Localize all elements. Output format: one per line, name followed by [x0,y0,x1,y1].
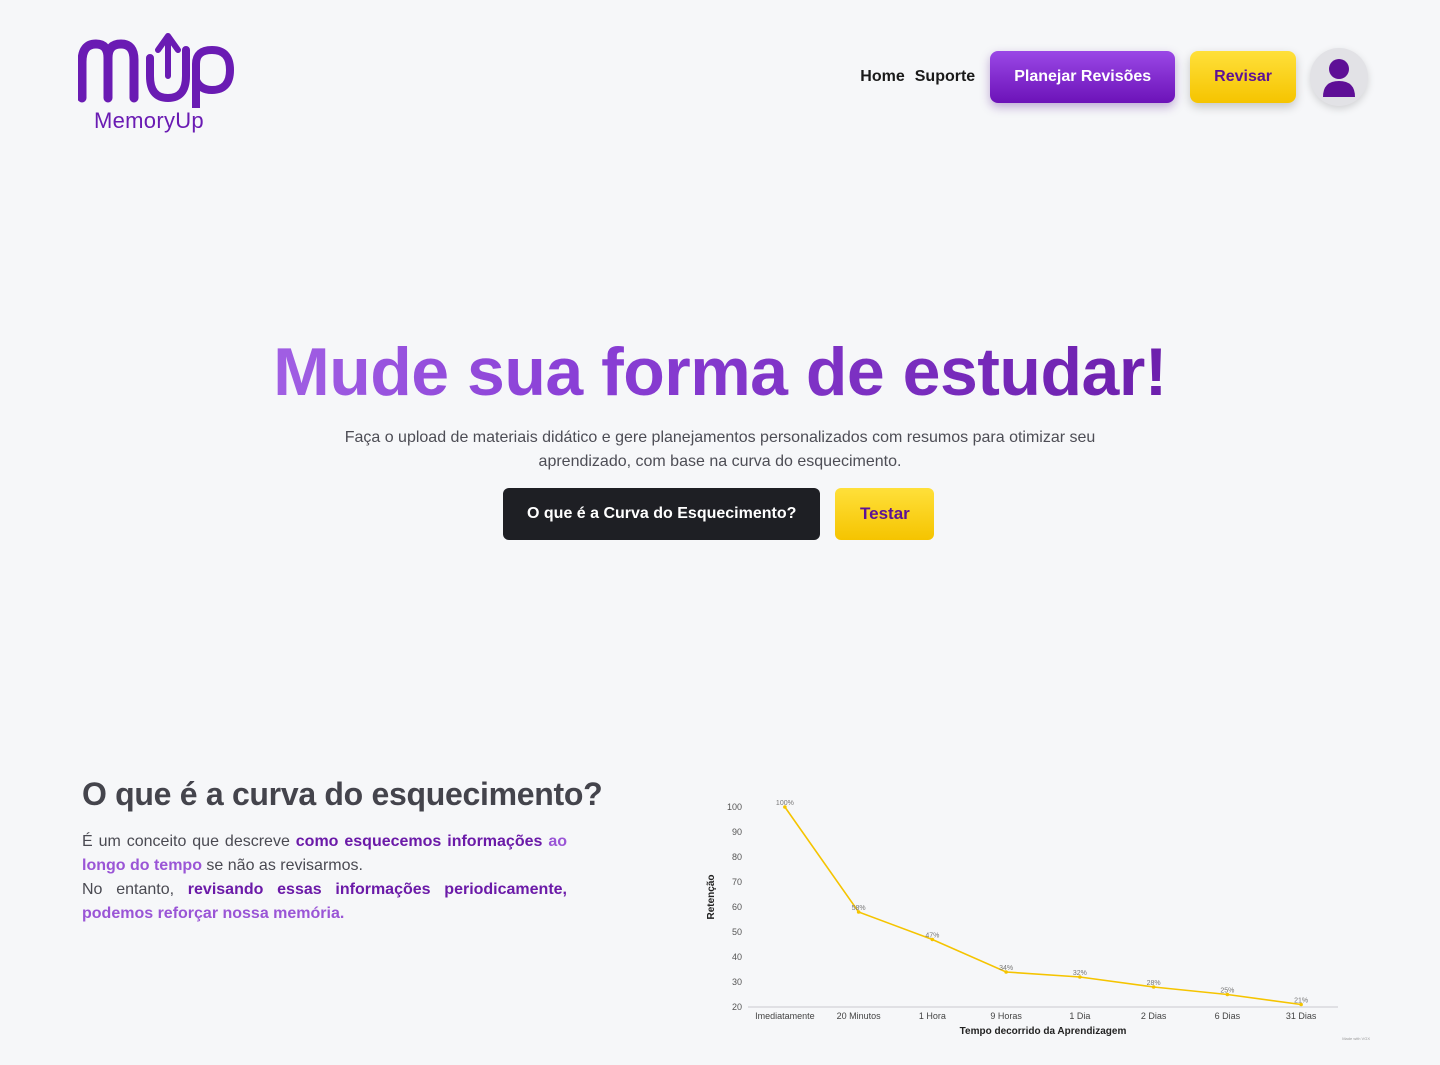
x-tick-label: 31 Dias [1286,1011,1317,1021]
y-tick-label: 100 [727,802,742,812]
data-label: 58% [852,905,866,912]
data-label: 34% [999,965,1013,972]
data-label: 32% [1073,970,1087,977]
testar-button[interactable]: Testar [835,488,935,540]
chart-credit: Made with VGX [1342,1036,1370,1041]
logo-wordmark: MemoryUp [94,108,204,133]
x-tick-label: 1 Dia [1069,1011,1090,1021]
y-axis-title: Retenção [706,874,717,919]
x-tick-label: 20 Minutos [837,1011,882,1021]
text-fragment: No entanto, [82,881,188,898]
x-tick-label: 1 Hora [919,1011,946,1021]
y-tick-label: 40 [732,952,742,962]
user-avatar-button[interactable] [1310,48,1368,106]
revisar-button[interactable]: Revisar [1190,51,1296,103]
hero-title: Mude sua forma de estudar! [0,333,1440,411]
user-icon [1323,59,1355,97]
x-tick-label: 6 Dias [1215,1011,1241,1021]
section-description: É um conceito que descreve como esquecem… [82,830,567,926]
y-tick-label: 30 [732,977,742,987]
y-tick-label: 50 [732,927,742,937]
y-tick-label: 20 [732,1002,742,1012]
data-label: 28% [1147,980,1161,987]
logo-mark-icon [78,33,235,108]
text-fragment: É um conceito que descreve [82,833,296,850]
highlight-text: revisando essas informações periodicamen… [187,881,567,898]
highlight-text: podemos reforçar nossa memória. [82,905,345,922]
top-nav: Home Suporte Planejar Revisões Revisar [860,48,1368,106]
x-tick-label: 9 Horas [990,1011,1022,1021]
data-label: 21% [1294,998,1308,1005]
text-fragment: se não as revisarmos. [201,857,363,874]
x-axis-title: Tempo decorrido da Aprendizagem [960,1026,1127,1037]
x-tick-label: Imediatamente [755,1011,815,1021]
curva-info-button[interactable]: O que é a Curva do Esquecimento? [503,488,821,540]
planejar-revisoes-button[interactable]: Planejar Revisões [990,51,1176,103]
section-title: O que é a curva do esquecimento? [82,776,603,812]
nav-home-link[interactable]: Home [860,68,904,86]
nav-suporte-link[interactable]: Suporte [915,68,975,86]
y-tick-label: 80 [732,852,742,862]
y-tick-label: 60 [732,902,742,912]
x-tick-label: 2 Dias [1141,1011,1167,1021]
y-tick-label: 70 [732,877,742,887]
data-label: 100% [776,800,794,807]
brand-logo[interactable]: MemoryUp [78,28,238,138]
highlight-text: como esquecemos informações [295,833,543,850]
hero-subtitle: Faça o upload de materiais didático e ge… [344,429,1096,470]
y-tick-label: 90 [732,827,742,837]
data-label: 47% [925,933,939,940]
data-label: 25% [1220,988,1234,995]
hero-actions: O que é a Curva do Esquecimento? Testar [503,488,935,540]
forgetting-curve-chart: 20 30 40 50 60 70 80 90 100 Imediatamente 20 Minut… [706,800,1370,1041]
